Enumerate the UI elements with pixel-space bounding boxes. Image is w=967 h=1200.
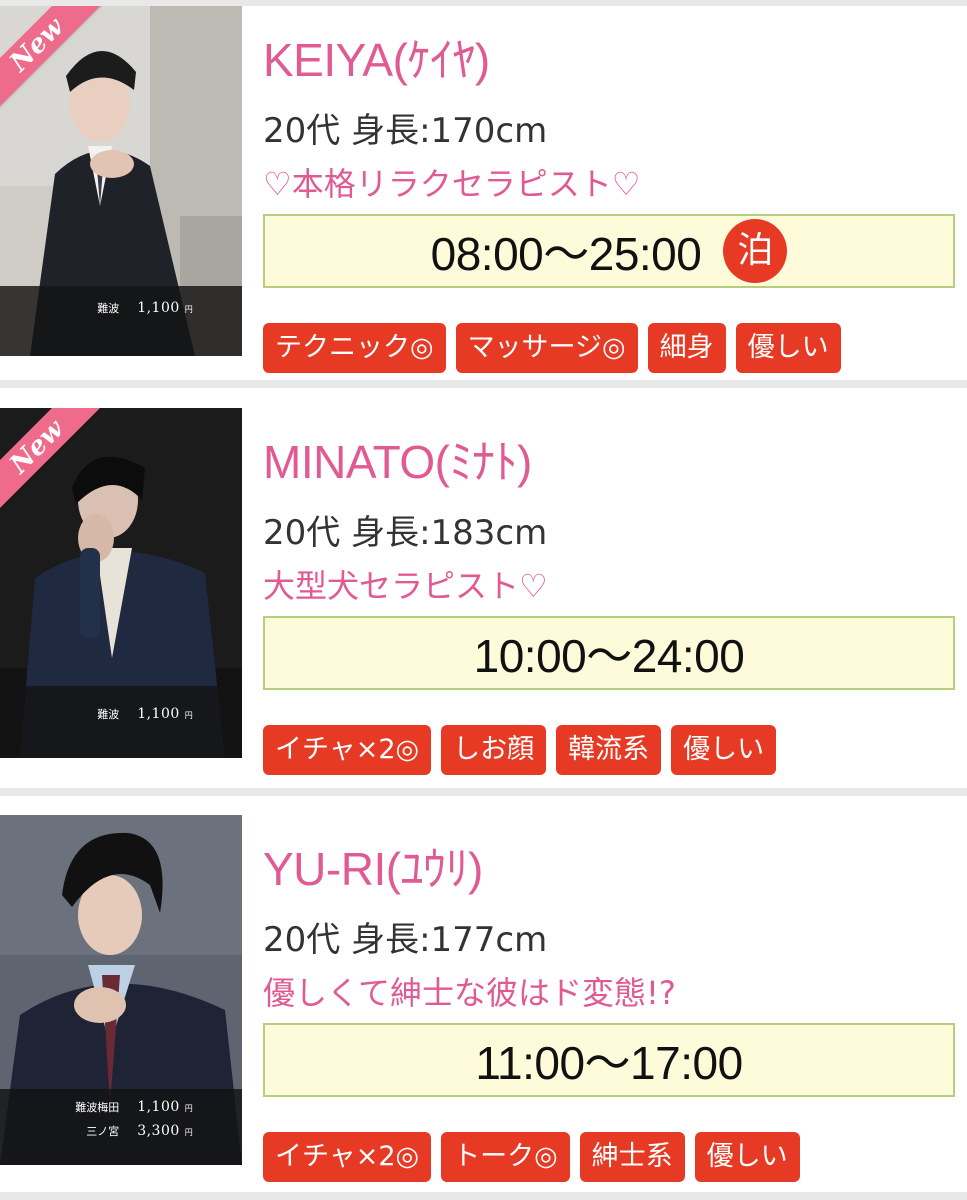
tag-chip[interactable]: しお顔	[441, 725, 547, 775]
tag-chip[interactable]: 細身	[647, 323, 726, 373]
tag-chip[interactable]: 優しい	[671, 725, 777, 775]
therapist-card-yuri[interactable]: 難波梅田 1,100 円 三ノ宮 3,300 円 YU-RI(ﾕｳﾘ) 20代 …	[0, 815, 967, 1189]
working-hours-box: 11:00〜17:00	[263, 1023, 955, 1097]
therapist-card-keiya[interactable]: New 難波 1,100 円 KEIYA(ｹｲﾔ) 20代 身長:170cm ♡…	[0, 6, 967, 380]
overnight-badge: 泊	[723, 219, 788, 283]
photo-price-amount: 1,100	[137, 300, 180, 316]
tag-chip[interactable]: トーク◎	[441, 1132, 570, 1182]
photo-price-unit: 円	[184, 1128, 193, 1137]
therapist-photo[interactable]: New 難波 1,100 円	[0, 408, 242, 758]
tag-list: テクニック◎ マッサージ◎ 細身 優しい	[263, 323, 841, 373]
photo-price-area: 難波梅田	[75, 1101, 120, 1114]
tag-chip[interactable]: 優しい	[694, 1132, 800, 1182]
photo-price-area: 三ノ宮	[86, 1125, 120, 1138]
therapist-list: New 難波 1,100 円 KEIYA(ｹｲﾔ) 20代 身長:170cm ♡…	[0, 0, 967, 1200]
photo-price-row: 難波梅田 1,100 円	[0, 1095, 242, 1119]
photo-price-unit: 円	[184, 305, 193, 314]
photo-price-amount: 3,300	[137, 1123, 180, 1139]
photo-price-row: 難波 1,100 円	[0, 702, 242, 726]
therapist-catchphrase: 大型犬セラピスト♡	[263, 567, 548, 605]
photo-price-unit: 円	[184, 711, 193, 720]
photo-price-area: 難波	[97, 302, 120, 315]
photo-price-caption: 難波 1,100 円	[0, 286, 242, 356]
photo-price-area: 難波	[97, 708, 120, 721]
therapist-card-minato[interactable]: New 難波 1,100 円 MINATO(ﾐﾅﾄ) 20代 身長:183cm …	[0, 408, 967, 782]
photo-price-caption: 難波 1,100 円	[0, 686, 242, 758]
therapist-spec: 20代 身長:183cm	[263, 513, 548, 553]
photo-price-row: 難波 1,100 円	[0, 296, 242, 320]
therapist-catchphrase: ♡本格リラクセラピスト♡	[263, 165, 641, 203]
photo-price-row: 三ノ宮 3,300 円	[0, 1119, 242, 1143]
photo-price-caption: 難波梅田 1,100 円 三ノ宮 3,300 円	[0, 1089, 242, 1165]
therapist-name[interactable]: KEIYA(ｹｲﾔ)	[263, 24, 490, 90]
tag-chip[interactable]: イチャ×2◎	[263, 1132, 432, 1182]
tag-chip[interactable]: イチャ×2◎	[263, 725, 432, 775]
photo-price-amount: 1,100	[137, 706, 180, 722]
working-hours: 08:00〜25:00	[430, 228, 702, 280]
therapist-spec: 20代 身長:177cm	[263, 920, 548, 960]
working-hours: 10:00〜24:00	[473, 630, 745, 682]
therapist-name[interactable]: YU-RI(ﾕｳﾘ)	[263, 833, 483, 899]
working-hours-box: 10:00〜24:00	[263, 616, 955, 690]
card-divider	[0, 788, 967, 796]
tag-chip[interactable]: 紳士系	[579, 1132, 685, 1182]
therapist-photo[interactable]: New 難波 1,100 円	[0, 6, 242, 356]
therapist-spec: 20代 身長:170cm	[263, 111, 548, 151]
photo-price-unit: 円	[184, 1104, 193, 1113]
tag-chip[interactable]: マッサージ◎	[455, 323, 638, 373]
therapist-photo[interactable]: 難波梅田 1,100 円 三ノ宮 3,300 円	[0, 815, 242, 1165]
therapist-catchphrase: 優しくて紳士な彼はド変態!?	[263, 974, 676, 1012]
card-divider	[0, 1192, 967, 1200]
tag-list: イチャ×2◎ トーク◎ 紳士系 優しい	[263, 1132, 800, 1182]
tag-list: イチャ×2◎ しお顔 韓流系 優しい	[263, 725, 777, 775]
tag-chip[interactable]: テクニック◎	[263, 323, 446, 373]
working-hours-box: 08:00〜25:00 泊	[263, 214, 955, 288]
photo-price-amount: 1,100	[137, 1099, 180, 1115]
therapist-name[interactable]: MINATO(ﾐﾅﾄ)	[263, 426, 532, 492]
card-divider	[0, 380, 967, 388]
tag-chip[interactable]: 韓流系	[556, 725, 662, 775]
working-hours: 11:00〜17:00	[475, 1037, 743, 1089]
tag-chip[interactable]: 優しい	[735, 323, 841, 373]
